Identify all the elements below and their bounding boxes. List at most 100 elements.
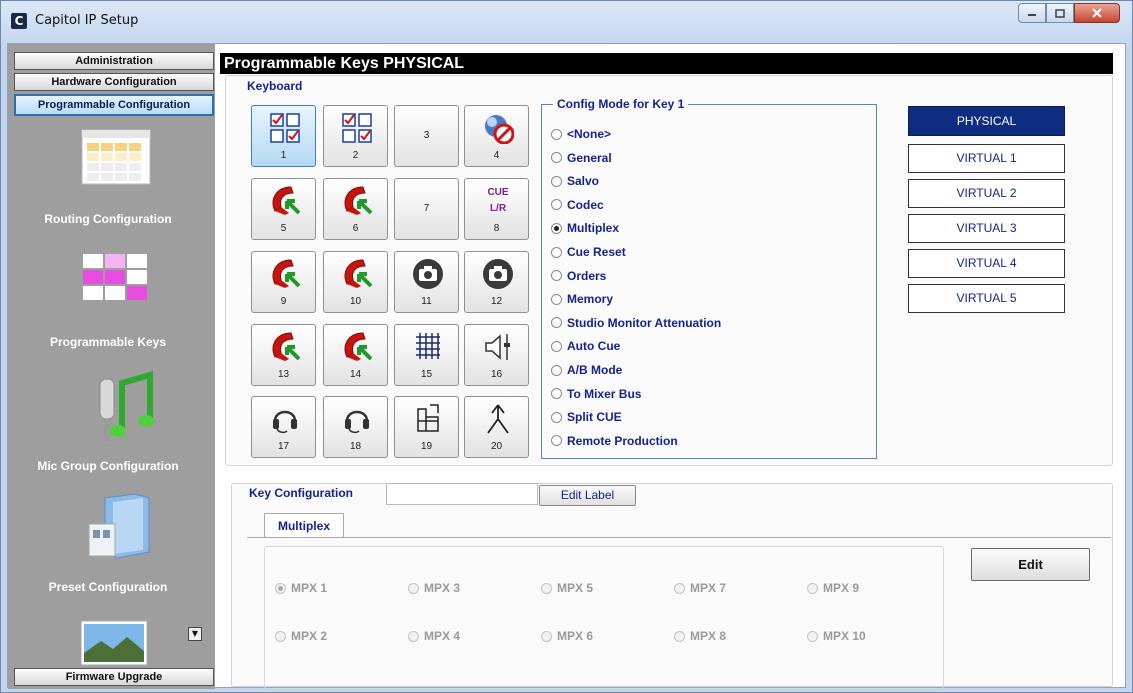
config-mode-option[interactable]: General [551,149,612,167]
radio-button[interactable] [551,411,562,423]
config-mode-option[interactable]: Memory [551,290,613,308]
radio-button[interactable] [408,630,419,642]
key-19-button[interactable]: 19 [394,396,459,458]
maximize-button[interactable] [1046,3,1074,23]
close-button[interactable] [1074,3,1120,23]
key-10-button[interactable]: 10 [323,251,388,313]
key-18-button[interactable]: 18 [323,396,388,458]
key-17-button[interactable]: 17 [251,396,316,458]
mpx-option[interactable]: MPX 5 [541,580,593,596]
radio-button[interactable] [551,270,562,282]
key-8-button[interactable]: CUE L/R 8 [464,178,529,240]
radio-button[interactable] [551,364,562,376]
mpx-label: MPX 4 [424,629,461,643]
matrix-grid-icon [416,333,440,359]
minimize-button[interactable] [1018,3,1046,23]
config-mode-option[interactable]: Split CUE [551,408,622,426]
config-mode-option[interactable]: <None> [551,125,611,143]
mpx-option[interactable]: MPX 1 [275,580,327,596]
key-6-button[interactable]: 6 [323,178,388,240]
config-mode-option[interactable]: Orders [551,267,606,285]
mpx-option[interactable]: MPX 2 [275,628,327,644]
mode-button-physical[interactable]: PHYSICAL [908,106,1065,136]
mpx-option[interactable]: MPX 4 [408,628,460,644]
key-20-button[interactable]: 20 [464,396,529,458]
key-3-button[interactable]: 3 [394,105,459,167]
mpx-option[interactable]: MPX 6 [541,628,593,644]
mpx-label: MPX 2 [291,629,328,643]
minimize-icon [1028,14,1036,16]
mpx-option[interactable]: MPX 8 [674,628,726,644]
mpx-option[interactable]: MPX 3 [408,580,460,596]
app-icon: C [11,13,27,29]
radio-button[interactable] [551,388,562,400]
key-12-button[interactable]: 12 [464,251,529,313]
radio-button[interactable] [551,246,562,258]
radio-button[interactable] [541,630,552,642]
config-mode-option[interactable]: Cue Reset [551,243,626,261]
key-7-button[interactable]: 7 [394,178,459,240]
key-11-button[interactable]: 11 [394,251,459,313]
radio-button[interactable] [551,317,562,329]
config-mode-option[interactable]: To Mixer Bus [551,385,641,403]
config-mode-option[interactable]: Multiplex [551,219,619,237]
firmware-upgrade-button[interactable]: Firmware Upgrade [14,668,214,686]
nav-mic-group-configuration[interactable]: Mic Group Configuration [8,369,208,473]
nav-programmable-keys[interactable]: Programmable Keys [8,252,208,382]
sidebar-scroll-down-button[interactable]: ▼ [188,627,202,641]
mpx-label: MPX 9 [823,581,860,595]
mode-button-virtual-4[interactable]: VIRTUAL 4 [908,249,1065,278]
key-2-button[interactable]: 2 [323,105,388,167]
radio-button[interactable] [275,630,286,642]
svg-text:L/R: L/R [490,203,507,214]
key-9-button[interactable]: 9 [251,251,316,313]
mpx-option[interactable]: MPX 9 [807,580,859,596]
key-13-button[interactable]: 13 [251,324,316,386]
key-5-button[interactable]: 5 [251,178,316,240]
radio-button[interactable] [674,630,685,642]
mode-button-virtual-3[interactable]: VIRTUAL 3 [908,214,1065,243]
radio-button[interactable] [551,293,562,305]
key-4-button[interactable]: 4 [464,105,529,167]
config-mode-label: A/B Mode [567,363,623,377]
hardware-configuration-button[interactable]: Hardware Configuration [14,73,214,91]
config-mode-option[interactable]: Remote Production [551,432,678,450]
mode-button-virtual-5[interactable]: VIRTUAL 5 [908,284,1065,313]
radio-button[interactable] [551,152,562,164]
mpx-option[interactable]: MPX 7 [674,580,726,596]
radio-button[interactable] [275,582,286,594]
config-mode-option[interactable]: Codec [551,196,604,214]
radio-button[interactable] [551,199,562,211]
tab-multiplex[interactable]: Multiplex [264,513,344,538]
edit-label-button[interactable]: Edit Label [539,485,636,506]
config-mode-option[interactable]: Salvo [551,172,599,190]
radio-button[interactable] [551,128,562,140]
mpx-option[interactable]: MPX 10 [807,628,866,644]
programmable-configuration-button[interactable]: Programmable Configuration [14,94,214,116]
key-15-button[interactable]: 15 [394,324,459,386]
radio-button[interactable] [551,435,562,447]
key-number: 6 [352,223,359,234]
key-14-button[interactable]: 14 [323,324,388,386]
config-mode-option[interactable]: Auto Cue [551,337,620,355]
radio-button[interactable] [551,340,562,352]
key-16-button[interactable]: 16 [464,324,529,386]
radio-button[interactable] [551,222,562,234]
nav-routing-configuration[interactable]: Routing Configuration [8,129,208,269]
nav-preset-configuration[interactable]: Preset Configuration [8,492,208,602]
mode-button-virtual-1[interactable]: VIRTUAL 1 [908,144,1065,173]
radio-button[interactable] [807,630,818,642]
mode-button-virtual-2[interactable]: VIRTUAL 2 [908,179,1065,208]
administration-button[interactable]: Administration [14,52,214,70]
maximize-icon [1055,8,1065,18]
radio-button[interactable] [674,582,685,594]
config-mode-option[interactable]: Studio Monitor Attenuation [551,314,721,332]
key-label-input[interactable] [386,483,538,505]
edit-button[interactable]: Edit [971,548,1090,581]
radio-button[interactable] [551,175,562,187]
radio-button[interactable] [408,582,419,594]
key-1-button[interactable]: 1 [251,105,316,167]
config-mode-option[interactable]: A/B Mode [551,361,622,379]
radio-button[interactable] [807,582,818,594]
radio-button[interactable] [541,582,552,594]
